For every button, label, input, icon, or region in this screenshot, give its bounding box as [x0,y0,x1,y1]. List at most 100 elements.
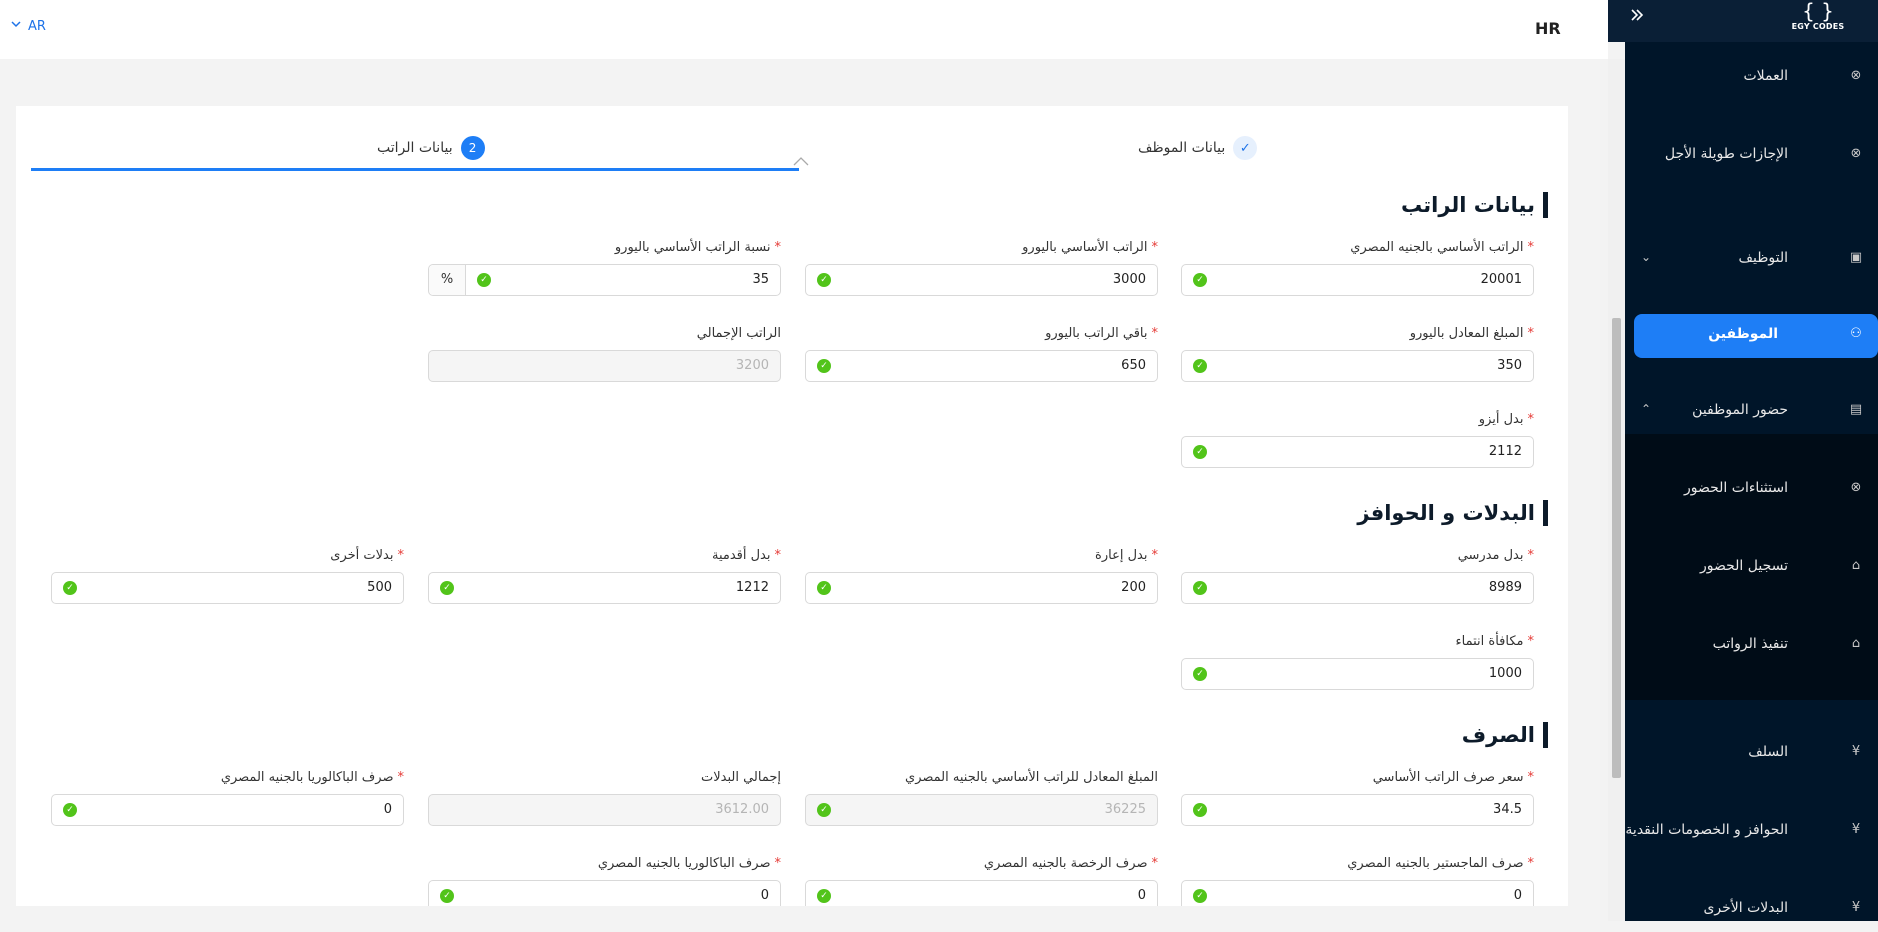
license-egp-input[interactable]: 0 ✓ [805,880,1158,906]
sidebar-item-attendance-registration[interactable]: ⌂ تسجيل الحضور [1625,546,1878,590]
sidebar-item-advances[interactable]: ¥ السلف [1625,732,1878,776]
field-other-allowances: بدلات أخرى * 500 ✓ [51,548,404,604]
id-card-icon: ▣ [1849,250,1863,265]
field-label: بدل إعارة [1095,548,1148,563]
collapse-sidebar-icon[interactable] [1628,6,1646,29]
check-circle-icon: ✓ [1193,803,1207,817]
check-circle-icon: ✓ [1193,445,1207,459]
logo: { } EGY CODES [1788,0,1848,40]
basic-eur-input[interactable]: 3000 ✓ [805,264,1158,296]
field-loyalty-bonus: مكافأة انتماء * 1000 ✓ [1181,634,1534,690]
input-value: 0 [383,802,392,817]
field-label: المبلغ المعادل للراتب الأساسي بالجنيه ال… [905,770,1158,785]
check-circle-icon: ✓ [1193,359,1207,373]
input-value: 0 [1513,888,1522,903]
logo-mark: { } [1802,0,1834,23]
iso-allowance-input[interactable]: 2112 ✓ [1181,436,1534,468]
masters-egp-input[interactable]: 0 ✓ [1181,880,1534,906]
language-switcher[interactable]: AR [10,18,46,34]
section-title: بيانات الراتب [1401,193,1535,217]
field-label: مكافأة انتماء [1455,634,1524,649]
total-salary-input[interactable]: 3200 [428,350,781,382]
step-number: 2 [460,136,485,160]
rest-eur-input[interactable]: 650 ✓ [805,350,1158,382]
input-value: 8989 [1488,580,1522,595]
sidebar-item-label: الموظفين [1708,326,1778,342]
sidebar-item-label: تسجيل الحضور [1699,558,1788,574]
bank-icon: ⌂ [1851,558,1861,573]
sidebar-item-label: حضور الموظفين [1692,402,1788,418]
sidebar-item-other-allowances[interactable]: ¥ البدلات الأخرى [1625,888,1878,932]
check-circle-icon: ✓ [817,889,831,903]
section-bar [1543,192,1548,218]
logo-text: EGY CODES [1791,22,1845,31]
input-value: 0 [1137,888,1146,903]
section-allowances: البدلات و الحوافز [1357,500,1548,526]
sidebar-item-label: الحوافز و الخصومات النقدية [1625,822,1788,838]
input-value: 35 [752,272,769,287]
field-label: الراتب الإجمالي [696,326,781,341]
field-total-salary: الراتب الإجمالي 3200 [428,326,781,382]
basic-egp-input[interactable]: 20001 ✓ [1181,264,1534,296]
field-equiv-eur: المبلغ المعادل باليورو * 350 ✓ [1181,326,1534,382]
check-circle-icon: ✓ [477,273,491,287]
sidebar-item-label: استثناءات الحضور [1684,480,1788,496]
check-circle-icon: ✓ [1193,667,1207,681]
equiv-eur-input[interactable]: 350 ✓ [1181,350,1534,382]
sidebar-item-label: التوظيف [1738,250,1788,266]
section-exchange: الصرف [1462,722,1548,748]
teacher-allowance-input[interactable]: 8989 ✓ [1181,572,1534,604]
field-label: بدل مدرسي [1457,548,1524,563]
input-value: 1212 [735,580,769,595]
check-circle-icon: ✓ [63,581,77,595]
other-allowances-input[interactable]: 500 ✓ [51,572,404,604]
sidebar-item-payroll-execution[interactable]: ⌂ تنفيذ الرواتب [1625,624,1878,668]
bacc-egp-input[interactable]: 0 ✓ [428,880,781,906]
sidebar-item-hiring[interactable]: ▣ التوظيف ⌄ [1625,238,1878,282]
scrollbar-thumb[interactable] [1612,318,1621,778]
sidebar-item-currencies[interactable]: ⊗ العملات [1625,56,1878,100]
loyalty-bonus-input[interactable]: 1000 ✓ [1181,658,1534,690]
input-value: 3612.00 [715,802,769,817]
field-label: المبلغ المعادل باليورو [1409,326,1524,341]
field-rest-eur: باقي الراتب باليورو * 650 ✓ [805,326,1158,382]
basic-equiv-egp-input[interactable]: 36225 ✓ [805,794,1158,826]
app-title: HR [1535,19,1561,38]
sidebar-item-attendance-exceptions[interactable]: ⊗ استثناءات الحضور [1625,468,1878,512]
field-label: إجمالي البدلات [700,770,781,785]
field-label: الراتب الأساسي بالجنيه المصري [1350,240,1524,255]
step-label: بيانات الراتب [377,140,453,156]
section-bar [1543,500,1548,526]
step-salary-data[interactable]: بيانات الراتب 2 [377,136,485,160]
sidebar-item-long-leaves[interactable]: ⊗ الإجازات طويلة الأجل [1625,134,1878,178]
field-basic-equiv-egp: المبلغ المعادل للراتب الأساسي بالجنيه ال… [805,770,1158,826]
field-label: نسبة الراتب الأساسي باليورو [614,240,771,255]
section-salary: بيانات الراتب [1401,192,1548,218]
bacc-egp-input[interactable]: 0 ✓ [51,794,404,826]
sidebar-item-employees[interactable]: ⚇ الموظفين [1634,314,1878,358]
sidebar-item-label: تنفيذ الرواتب [1712,636,1788,652]
active-step-indicator [31,168,799,171]
check-circle-icon: ✓ [440,889,454,903]
field-label: صرف الباكالوريا بالجنيه المصري [220,770,394,785]
loan-allowance-input[interactable]: 200 ✓ [805,572,1158,604]
check-circle-icon: ✓ [817,273,831,287]
section-bar [1543,722,1548,748]
chevron-down-icon: ⌄ [1641,250,1652,264]
step-employee-data[interactable]: بيانات الموظف ✓ [1138,136,1258,160]
field-label: سعر صرف الراتب الأساسي [1372,770,1524,785]
section-title: الصرف [1461,723,1535,747]
seniority-allowance-input[interactable]: 1212 ✓ [428,572,781,604]
check-circle-icon: ✓ [1193,581,1207,595]
bank-icon: ⌂ [1851,636,1861,651]
total-allowances-input[interactable]: 3612.00 [428,794,781,826]
field-license-egp: صرف الرخصة بالجنيه المصري * 0 ✓ [805,856,1158,906]
sidebar-item-incentives[interactable]: ¥ الحوافز و الخصومات النقدية [1625,810,1878,854]
basic-rate-input[interactable]: 34.5 ✓ [1181,794,1534,826]
basic-eur-percent-input[interactable]: % 35 ✓ [428,264,781,296]
check-circle-icon: ✓ [817,581,831,595]
sidebar-item-attendance[interactable]: ▤ حضور الموظفين ⌃ [1625,390,1878,434]
check-circle-icon: ✓ [1193,889,1207,903]
chevron-up-icon: ⌃ [1641,402,1652,416]
field-teacher-allowance: بدل مدرسي * 8989 ✓ [1181,548,1534,604]
